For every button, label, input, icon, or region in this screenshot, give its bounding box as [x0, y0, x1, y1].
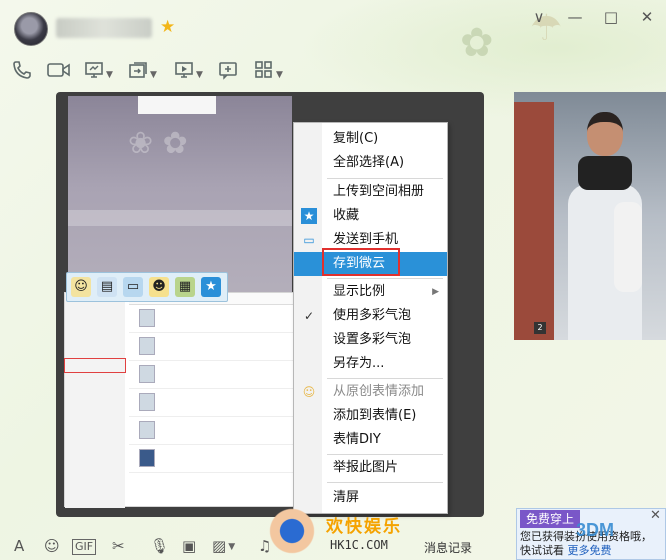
contact-avatar[interactable]: [14, 12, 48, 46]
embedded-file-sidebar: [64, 293, 126, 508]
image-quick-actions: ☺ ▤ ▭ ☻ ▦ ★: [66, 272, 228, 302]
menu-item-add-from-original: ☺ 从原创表情添加: [302, 384, 425, 399]
watermark-site: HK1C.COM: [330, 538, 388, 552]
save-disk-icon[interactable]: ▤: [97, 277, 117, 297]
menu-item-set-color-bubble[interactable]: 设置多彩气泡: [294, 328, 447, 352]
video-call-icon[interactable]: [46, 60, 72, 82]
phone-icon[interactable]: [12, 60, 32, 82]
list-item: [129, 361, 295, 389]
image-send-icon[interactable]: ▨ ▼: [212, 536, 235, 557]
maximize-button[interactable]: □: [600, 8, 622, 26]
image-edit-icon[interactable]: ▦: [175, 277, 195, 297]
chat-emoji-icon[interactable]: ☻: [149, 277, 169, 297]
monitor-phone-icon: ▭: [303, 233, 315, 247]
gif-icon[interactable]: GIF: [72, 539, 97, 555]
checkmark-icon: ✓: [303, 309, 315, 323]
contact-show-avatar: 2: [514, 92, 666, 340]
embedded-mini-menu: [138, 96, 216, 114]
screen-share-icon[interactable]: ▼: [84, 60, 113, 82]
font-style-icon[interactable]: A: [14, 536, 24, 556]
watermark-title: 欢快娱乐: [326, 517, 402, 537]
menu-separator: [327, 378, 443, 379]
screenshot-cut-icon[interactable]: ✂: [112, 536, 125, 556]
promo-badge[interactable]: 免费穿上: [520, 510, 581, 528]
promo-link[interactable]: 更多免费: [568, 544, 612, 557]
minimize-button[interactable]: —: [564, 8, 586, 26]
promo-close-icon[interactable]: ✕: [650, 508, 661, 523]
menu-item-save-to-weiyun[interactable]: 存到微云: [294, 252, 447, 276]
favorite-star-icon: ★: [301, 208, 317, 224]
file-transfer-icon[interactable]: ▼: [128, 60, 157, 82]
embedded-toolbar-strip: [68, 210, 292, 226]
monitor-icon[interactable]: ▭: [123, 277, 143, 297]
gamepad-hand-icon: [262, 506, 322, 556]
list-item: [129, 445, 295, 473]
vip-star-icon[interactable]: ★: [160, 19, 175, 36]
emoji-face-icon[interactable]: ☺: [71, 277, 91, 297]
menu-separator: [327, 178, 443, 179]
embedded-file-manager: [64, 292, 296, 508]
menu-item-report-image[interactable]: 举报此图片: [294, 456, 447, 480]
list-item: [129, 389, 295, 417]
menu-item-emoticon-diy[interactable]: 表情DIY: [294, 428, 447, 452]
menu-separator: [327, 482, 443, 483]
image-context-menu: 复制(C) 全部选择(A) 上传到空间相册 ★ 收藏 ▭ 发送到手机 存到微云 …: [293, 122, 448, 514]
remote-assist-icon[interactable]: ▼: [174, 60, 203, 82]
watermark-right-logo: 3DM: [576, 520, 615, 540]
favorite-star-icon[interactable]: ★: [201, 277, 221, 297]
close-button[interactable]: ✕: [636, 8, 658, 26]
menu-item-select-all[interactable]: 全部选择(A): [294, 151, 447, 175]
dropdown-menu-button[interactable]: ∨: [528, 8, 550, 26]
apps-grid-icon[interactable]: ▼: [254, 60, 283, 82]
list-item: [129, 305, 295, 333]
flower-decoration-icon: ❀ ✿: [128, 126, 188, 161]
emoji-icon[interactable]: ☺: [44, 536, 60, 556]
list-item: [129, 417, 295, 445]
list-item: [129, 333, 295, 361]
menu-separator: [327, 454, 443, 455]
microphone-icon[interactable]: 🎙: [150, 536, 169, 556]
add-app-icon[interactable]: [218, 60, 238, 82]
menu-item-display-ratio[interactable]: 显示比例 ▶: [294, 280, 447, 304]
embedded-file-list: [129, 293, 295, 508]
menu-item-favorite[interactable]: ★ 收藏: [294, 204, 447, 228]
menu-item-copy[interactable]: 复制(C): [294, 127, 447, 151]
menu-separator: [327, 278, 443, 279]
menu-item-add-to-emoticons[interactable]: 添加到表情(E): [294, 404, 447, 428]
menu-item-upload-album[interactable]: 上传到空间相册: [294, 180, 447, 204]
contact-nickname-blurred: [56, 18, 152, 38]
submenu-arrow-icon: ▶: [432, 287, 439, 297]
menu-item-save-as[interactable]: 另存为...: [294, 352, 447, 376]
message-history-button[interactable]: 消息记录: [424, 539, 472, 556]
menu-item-send-to-phone[interactable]: ▭ 发送到手机: [294, 228, 447, 252]
menu-item-use-color-bubble[interactable]: ✓ 使用多彩气泡: [294, 304, 447, 328]
emoji-add-icon: ☺: [302, 385, 316, 399]
image-icon[interactable]: ▣: [182, 536, 196, 556]
tree-decoration-icon: ✿: [460, 20, 494, 66]
